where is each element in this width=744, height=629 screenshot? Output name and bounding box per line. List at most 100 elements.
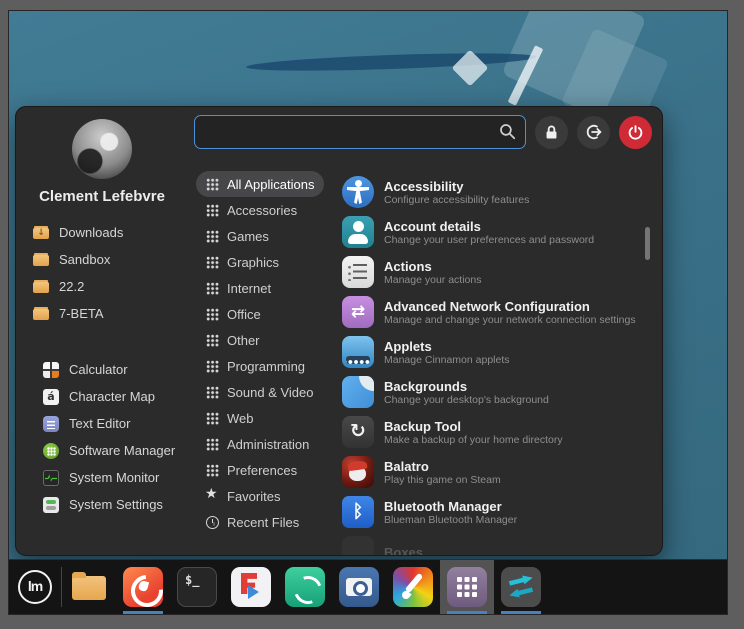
actions-icon: [342, 256, 374, 288]
app-name: Boxes: [384, 545, 423, 557]
wallpaper-swoosh: [246, 50, 536, 74]
category-item[interactable]: Preferences: [196, 457, 307, 483]
app-item[interactable]: Accessibility Configure accessibility fe…: [342, 172, 652, 212]
category-item[interactable]: Accessories: [196, 197, 307, 223]
app-list: Accessibility Configure accessibility fe…: [332, 161, 652, 556]
avatar[interactable]: [72, 119, 132, 179]
sidebar-item-label: 22.2: [59, 279, 84, 294]
balatro-icon: [342, 456, 374, 488]
grid-icon: [206, 178, 219, 191]
category-item[interactable]: Programming: [196, 353, 315, 379]
grid-icon: [206, 360, 219, 373]
menu-main: All Applications Accessories Games Graph…: [188, 107, 662, 555]
boxes-icon: [342, 536, 374, 556]
taskbar-item[interactable]: [224, 560, 278, 614]
category-label: Programming: [227, 359, 305, 374]
category-label: Accessories: [227, 203, 297, 218]
sidebar-item-label: System Settings: [69, 497, 163, 512]
app-item[interactable]: Balatro Play this game on Steam: [342, 452, 652, 492]
sidebar-item-label: Sandbox: [59, 252, 110, 267]
app-name: Actions: [384, 259, 481, 274]
sidebar-item[interactable]: Calculator: [26, 356, 188, 383]
app-item[interactable]: Boxes: [342, 532, 652, 556]
sidebar-item[interactable]: Text Editor: [26, 410, 188, 437]
taskbar-items: [62, 560, 548, 614]
clock-icon: [206, 516, 219, 529]
taskbar-item[interactable]: [116, 560, 170, 614]
category-item[interactable]: Games: [196, 223, 279, 249]
backup-icon: [342, 416, 374, 448]
menu-top-row: [194, 115, 652, 149]
terminal-icon: [177, 567, 217, 607]
app-name: Balatro: [384, 459, 501, 474]
sidebar-item[interactable]: 7-BETA: [16, 300, 188, 327]
desktop: Clement Lefebvre Downloads Sandbox 22.2 …: [8, 10, 728, 615]
category-item[interactable]: Recent Files: [196, 509, 309, 535]
sidebar-item[interactable]: System Settings: [26, 491, 188, 518]
bluetooth-icon: [342, 496, 374, 528]
scrollbar-thumb[interactable]: [645, 227, 650, 260]
taskbar-item[interactable]: [332, 560, 386, 614]
text-editor-icon: [42, 415, 60, 433]
category-item[interactable]: Office: [196, 301, 271, 327]
folder-icon: [32, 305, 50, 323]
menu-button[interactable]: [9, 560, 61, 614]
category-label: Favorites: [227, 489, 280, 504]
category-item[interactable]: Graphics: [196, 249, 289, 275]
app-item[interactable]: Advanced Network Configuration Manage an…: [342, 292, 652, 332]
character-map-icon: [42, 388, 60, 406]
sidebar-item-label: Software Manager: [69, 443, 175, 458]
category-item[interactable]: Favorites: [196, 483, 290, 509]
sidebar-item[interactable]: Software Manager: [26, 437, 188, 464]
search-icon: [498, 122, 517, 141]
sync-icon: [285, 567, 325, 607]
app-item[interactable]: Actions Manage your actions: [342, 252, 652, 292]
sidebar-item[interactable]: Sandbox: [16, 246, 188, 273]
grid-icon: [206, 386, 219, 399]
app-name: Backup Tool: [384, 419, 563, 434]
sidebar-item[interactable]: 22.2: [16, 273, 188, 300]
taskbar-item[interactable]: [440, 560, 494, 614]
system-settings-icon: [42, 496, 60, 514]
app-item[interactable]: Bluetooth Manager Blueman Bluetooth Mana…: [342, 492, 652, 532]
taskbar-item[interactable]: [386, 560, 440, 614]
category-item[interactable]: Sound & Video: [196, 379, 324, 405]
taskbar-item[interactable]: [494, 560, 548, 614]
search-box: [194, 115, 526, 149]
lock-button[interactable]: [535, 116, 568, 149]
app-item[interactable]: Backup Tool Make a backup of your home d…: [342, 412, 652, 452]
taskbar: [9, 559, 727, 614]
lock-icon: [543, 124, 560, 141]
category-label: Internet: [227, 281, 271, 296]
sidebar-item[interactable]: Downloads: [16, 219, 188, 246]
category-item[interactable]: Other: [196, 327, 270, 353]
account-details-icon: [342, 216, 374, 248]
category-label: Games: [227, 229, 269, 244]
search-input[interactable]: [194, 115, 526, 149]
folder-download-icon: [32, 224, 50, 242]
logout-button[interactable]: [577, 116, 610, 149]
taskbar-item[interactable]: [278, 560, 332, 614]
grid-icon: [206, 256, 219, 269]
taskbar-item[interactable]: [170, 560, 224, 614]
screenshot-frame: Clement Lefebvre Downloads Sandbox 22.2 …: [0, 0, 744, 629]
sidebar-item[interactable]: System Monitor: [26, 464, 188, 491]
taskbar-item[interactable]: [62, 560, 116, 614]
app-item[interactable]: Backgrounds Change your desktop's backgr…: [342, 372, 652, 412]
app-item[interactable]: Applets Manage Cinnamon applets: [342, 332, 652, 372]
category-item[interactable]: Internet: [196, 275, 281, 301]
power-button[interactable]: [619, 116, 652, 149]
app-description: Manage your actions: [384, 274, 481, 286]
cinnamon-menu: Clement Lefebvre Downloads Sandbox 22.2 …: [15, 106, 663, 556]
category-list: All Applications Accessories Games Graph…: [194, 161, 332, 556]
category-item[interactable]: All Applications: [196, 171, 324, 197]
paint-icon: [393, 567, 433, 607]
software-manager-icon: [42, 442, 60, 460]
category-item[interactable]: Web: [196, 405, 264, 431]
sidebar-item[interactable]: Character Map: [26, 383, 188, 410]
grid-icon: [206, 334, 219, 347]
app-item[interactable]: Account details Change your user prefere…: [342, 212, 652, 252]
category-item[interactable]: Administration: [196, 431, 319, 457]
app-name: Advanced Network Configuration: [384, 299, 636, 314]
logout-icon: [585, 123, 603, 141]
